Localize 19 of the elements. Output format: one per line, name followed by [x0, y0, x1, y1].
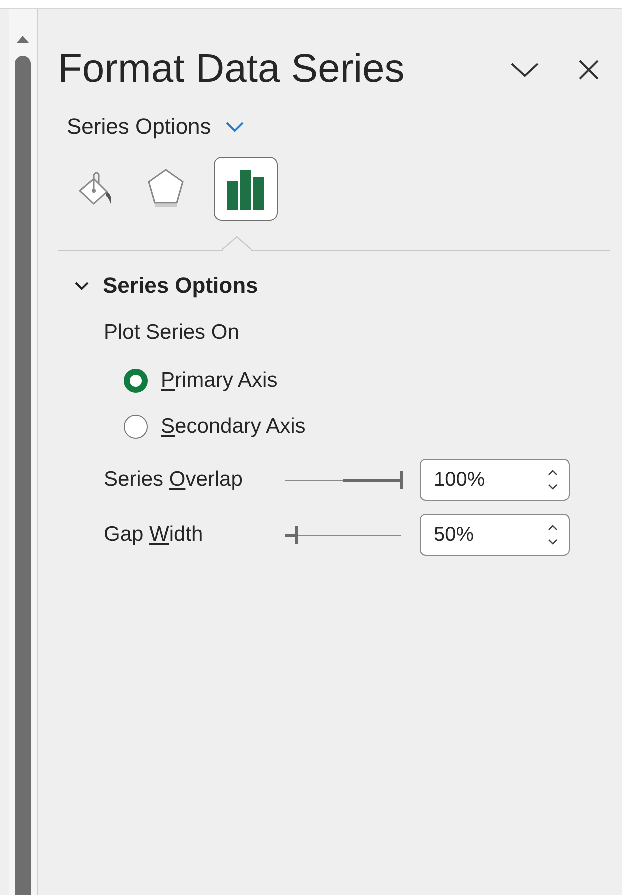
radio-button[interactable]	[124, 415, 148, 439]
series-options-tab[interactable]	[214, 157, 278, 221]
spin-field[interactable]: 50%	[420, 514, 570, 556]
radio-label[interactable]: Primary Axis	[161, 369, 278, 393]
slider-label: Gap Width	[104, 523, 204, 547]
close-icon[interactable]	[578, 58, 600, 80]
chevron-down-icon	[225, 121, 246, 133]
bar-chart-icon	[225, 168, 267, 210]
scroll-up-icon[interactable]	[16, 35, 30, 44]
radio-label[interactable]: Secondary Axis	[161, 415, 306, 439]
series-options-dropdown[interactable]: Series Options	[67, 114, 246, 140]
radio-button[interactable]	[124, 369, 148, 393]
plot-series-on-label: Plot Series On	[104, 321, 240, 345]
pane-title: Format Data Series	[58, 47, 406, 92]
slider-label: Series Overlap	[104, 468, 244, 492]
scrollbar-thumb[interactable]	[15, 56, 31, 895]
spin-field[interactable]: 100%	[420, 459, 570, 501]
series-options-section-toggle[interactable]: Series Options	[74, 273, 258, 299]
chevron-down-icon[interactable]	[510, 62, 540, 78]
